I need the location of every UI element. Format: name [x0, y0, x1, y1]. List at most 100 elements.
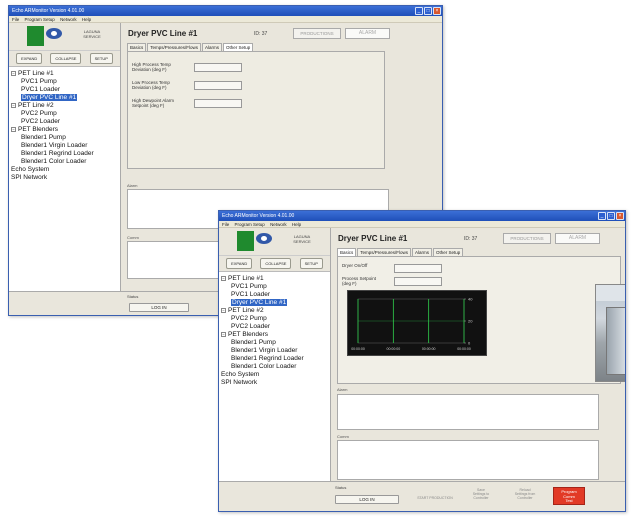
high-dewpoint-field[interactable] [194, 99, 242, 108]
tree-item-echo-system[interactable]: Echo System [11, 166, 118, 174]
tab-other-setup[interactable]: Other Setup [433, 248, 464, 256]
tab-temps-pressures-flows[interactable]: Temps/Pressures/Flows [147, 43, 202, 51]
tree-item-pvc2-pump[interactable]: PVC2 Pump [11, 110, 118, 118]
eye-logo-icon [46, 28, 62, 39]
production-status: PRODUCTIONS [503, 233, 551, 244]
tree-item-pet-line-1[interactable]: − PET Line #1 [11, 70, 118, 78]
trend-chart-svg: 40 20 0 00:00:00 00:00:00 00:00:00 00:00:00 [351, 297, 473, 352]
window-title-bar: Echo ARMonitor Version 4.01.00 _ □ × [9, 6, 442, 16]
other-setup-panel: High Process Temp Deviation (deg F) Low … [127, 51, 385, 169]
tab-basics[interactable]: Basics [337, 248, 357, 256]
logo-area: LAGUNA SERVICE [219, 228, 330, 256]
echo-window-front: Echo ARMonitor Version 4.01.00 _ □ × Fil… [218, 210, 626, 512]
tree-item-pet-blenders[interactable]: − PET Blenders [221, 331, 328, 339]
process-setpoint-field[interactable] [394, 277, 442, 286]
tree-item-blender1-virgin-loader[interactable]: Blender1 Virgin Loader [11, 142, 118, 150]
collapse-icon[interactable]: − [11, 126, 16, 132]
ceiling-image [596, 285, 625, 301]
collapse-icon[interactable]: − [221, 275, 226, 281]
comments-field[interactable] [337, 440, 599, 480]
tree-item-pet-line-2[interactable]: − PET Line #2 [221, 307, 328, 315]
x-tick-label: 00:00:00 [351, 347, 365, 351]
tree-item-blender1-virgin-loader[interactable]: Blender1 Virgin Loader [221, 347, 328, 355]
setup-button[interactable]: SETUP [299, 258, 323, 269]
menu-program-setup[interactable]: Program Setup [25, 17, 55, 22]
alarm-status: ALARM [345, 28, 390, 39]
alarm-notes-field[interactable] [337, 394, 599, 430]
collapse-button[interactable]: COLLAPSE [260, 258, 292, 269]
minimize-button[interactable]: _ [598, 212, 606, 220]
chart-x-ticks: 00:00:00 00:00:00 00:00:00 00:00:00 [351, 347, 471, 351]
tree-item-pvc1-loader[interactable]: PVC1 Loader [11, 86, 118, 94]
y-tick-label: 40 [468, 297, 473, 302]
close-button[interactable]: × [433, 7, 441, 15]
tab-basics[interactable]: Basics [127, 43, 147, 51]
tree-item-pvc1-pump[interactable]: PVC1 Pump [221, 283, 328, 291]
reload-settings-button[interactable]: Reload Settings from Controller [509, 487, 541, 501]
tree-item-pvc1-loader[interactable]: PVC1 Loader [221, 291, 328, 299]
tree-item-pvc2-pump[interactable]: PVC2 Pump [221, 315, 328, 323]
tree-item-blender1-color-loader[interactable]: Blender1 Color Loader [221, 363, 328, 371]
collapse-button[interactable]: COLLAPSE [50, 53, 82, 64]
tree-item-pet-blenders[interactable]: − PET Blenders [11, 126, 118, 134]
tab-other-setup[interactable]: Other Setup [223, 43, 254, 51]
maximize-button[interactable]: □ [424, 7, 432, 15]
tab-alarms[interactable]: Alarms [202, 43, 223, 51]
tree-item-pet-line-1[interactable]: − PET Line #1 [221, 275, 328, 283]
window-title-bar: Echo ARMonitor Version 4.01.00 _ □ × [219, 211, 625, 221]
main-panel: Dryer PVC Line #1 ID: 37 PRODUCTIONS ALA… [219, 228, 625, 511]
minimize-button[interactable]: _ [415, 7, 423, 15]
tab-alarms[interactable]: Alarms [412, 248, 433, 256]
dryer-on-off-field[interactable] [394, 264, 442, 273]
menu-program-setup[interactable]: Program Setup [235, 222, 265, 227]
window-title: Echo ARMonitor Version 4.01.00 [12, 8, 85, 14]
collapse-icon[interactable]: − [221, 331, 226, 337]
tree-item-blender1-regrind-loader[interactable]: Blender1 Regrind Loader [11, 150, 118, 158]
collapse-icon[interactable]: − [11, 102, 16, 108]
menu-help[interactable]: Help [292, 222, 301, 227]
expand-button[interactable]: EXPAND [16, 53, 43, 64]
param-label: High Dewpoint Alarm Setpoint (deg F) [132, 98, 175, 108]
menu-network[interactable]: Network [270, 222, 287, 227]
menu-bar: File Program Setup Network Help [219, 221, 625, 228]
start-production-button[interactable]: START PRODUCTION [415, 490, 455, 504]
sidebar: LAGUNA SERVICE EXPAND COLLAPSE SETUP − PE… [219, 228, 331, 511]
tree-item-echo-system[interactable]: Echo System [221, 371, 328, 379]
program-button[interactable]: Program Comm Test [553, 487, 585, 505]
tree-item-blender1-regrind-loader[interactable]: Blender1 Regrind Loader [221, 355, 328, 363]
setup-button[interactable]: SETUP [89, 53, 113, 64]
chart-y-ticks: 40 20 0 [464, 297, 473, 346]
device-id: ID: 37 [464, 236, 478, 242]
tree-item-pvc2-loader[interactable]: PVC2 Loader [11, 118, 118, 126]
y-tick-label: 0 [468, 341, 471, 346]
login-button[interactable]: LOG IN [335, 495, 399, 504]
collapse-icon[interactable]: − [11, 70, 16, 76]
y-tick-label: 20 [468, 319, 473, 324]
menu-file[interactable]: File [222, 222, 229, 227]
expand-button[interactable]: EXPAND [226, 258, 253, 269]
tree-item-spi-network[interactable]: SPI Network [11, 174, 118, 182]
param-label: Dryer On/Off [342, 263, 368, 268]
menu-help[interactable]: Help [82, 17, 91, 22]
tree-item-dryer-pvc-line-1[interactable]: Dryer PVC Line #1 [221, 299, 328, 307]
low-process-temp-field[interactable] [194, 81, 242, 90]
tree-item-blender1-pump[interactable]: Blender1 Pump [221, 339, 328, 347]
tree-item-pet-line-2[interactable]: − PET Line #2 [11, 102, 118, 110]
save-settings-button[interactable]: Save Settings to Controller [465, 487, 497, 501]
tree-item-pvc2-loader[interactable]: PVC2 Loader [221, 323, 328, 331]
status-label: Status [335, 485, 347, 490]
high-process-temp-field[interactable] [194, 63, 242, 72]
menu-file[interactable]: File [12, 17, 19, 22]
eye-logo-icon [256, 233, 272, 244]
tree-item-dryer-pvc-line-1[interactable]: Dryer PVC Line #1 [11, 94, 118, 102]
menu-network[interactable]: Network [60, 17, 77, 22]
tree-item-blender1-color-loader[interactable]: Blender1 Color Loader [11, 158, 118, 166]
collapse-icon[interactable]: − [221, 307, 226, 313]
tree-item-blender1-pump[interactable]: Blender1 Pump [11, 134, 118, 142]
close-button[interactable]: × [616, 212, 624, 220]
tab-temps-pressures-flows[interactable]: Temps/Pressures/Flows [357, 248, 412, 256]
login-button[interactable]: LOG IN [129, 303, 189, 312]
maximize-button[interactable]: □ [607, 212, 615, 220]
tree-item-pvc1-pump[interactable]: PVC1 Pump [11, 78, 118, 86]
tree-item-spi-network[interactable]: SPI Network [221, 379, 328, 387]
